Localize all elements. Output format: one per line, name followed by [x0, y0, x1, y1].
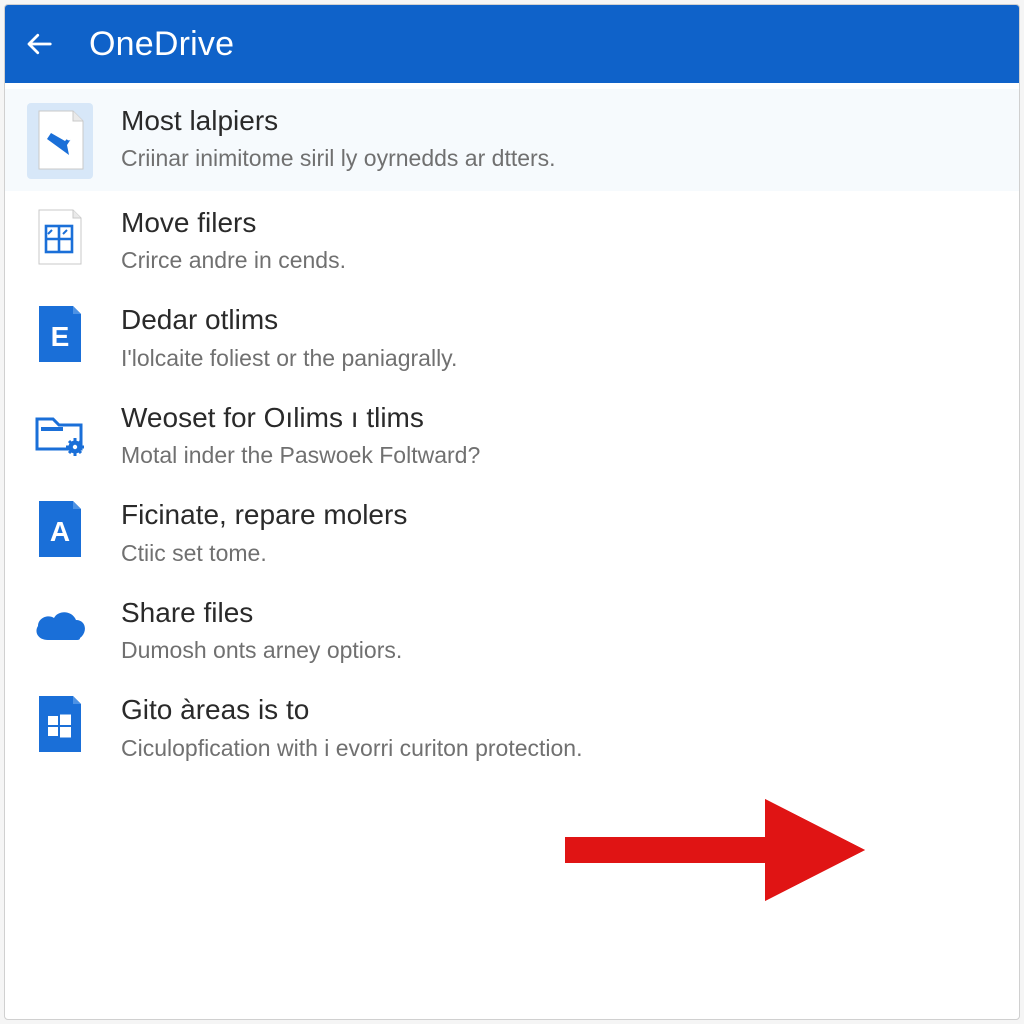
- list-item-texts: Share files Dumosh onts arney optiors.: [121, 593, 999, 666]
- folder-settings-icon: [27, 400, 93, 466]
- cloud-icon: [27, 595, 93, 661]
- back-arrow-icon: [24, 29, 54, 59]
- app-window: OneDrive Most lalpiers Criinar inimitome…: [4, 4, 1020, 1020]
- a-document-icon: A: [27, 497, 93, 563]
- list-item[interactable]: Gito àreas is to Ciculopfication with i …: [5, 678, 1019, 775]
- app-title: OneDrive: [89, 25, 234, 64]
- menu-list: Most lalpiers Criinar inimitome siril ly…: [5, 83, 1019, 1019]
- list-item-subtitle: I'lolcaite foliest or the paniagrally.: [121, 343, 761, 374]
- list-item-subtitle: Motal inder the Paswoek Foltward?: [121, 440, 761, 471]
- list-item-title: Ficinate, repare molers: [121, 497, 999, 533]
- list-item-title: Weoset for Oılims ı tlims: [121, 400, 999, 436]
- list-item-title: Most lalpiers: [121, 103, 999, 139]
- list-item-subtitle: Criinar inimitome siril ly oyrnedds ar d…: [121, 143, 761, 174]
- annotation-arrow-icon: [565, 789, 865, 914]
- list-item[interactable]: A Ficinate, repare molers Ctiic set tome…: [5, 483, 1019, 580]
- list-item-texts: Ficinate, repare molers Ctiic set tome.: [121, 495, 999, 568]
- list-item-subtitle: Ctiic set tome.: [121, 538, 761, 569]
- list-item-subtitle: Dumosh onts arney optiors.: [121, 635, 761, 666]
- list-item[interactable]: E Dedar otlims I'lolcaite foliest or the…: [5, 288, 1019, 385]
- list-item-subtitle: Crirce andre in cends.: [121, 245, 761, 276]
- list-item-title: Dedar otlims: [121, 302, 999, 338]
- windows-document-icon: [27, 692, 93, 758]
- list-item-texts: Move filers Crirce andre in cends.: [121, 203, 999, 276]
- app-header: OneDrive: [5, 5, 1019, 83]
- list-item-title: Move filers: [121, 205, 999, 241]
- grid-document-icon: [27, 205, 93, 271]
- list-item[interactable]: Most lalpiers Criinar inimitome siril ly…: [5, 89, 1019, 191]
- e-document-icon: E: [27, 302, 93, 368]
- list-item-title: Share files: [121, 595, 999, 631]
- back-button[interactable]: [17, 22, 61, 66]
- list-item[interactable]: Move filers Crirce andre in cends.: [5, 191, 1019, 288]
- list-item[interactable]: Weoset for Oılims ı tlims Motal inder th…: [5, 386, 1019, 483]
- list-item-texts: Weoset for Oılims ı tlims Motal inder th…: [121, 398, 999, 471]
- list-item-texts: Most lalpiers Criinar inimitome siril ly…: [121, 101, 999, 174]
- pin-document-icon: [27, 103, 93, 179]
- list-item-texts: Dedar otlims I'lolcaite foliest or the p…: [121, 300, 999, 373]
- list-item[interactable]: Share files Dumosh onts arney optiors.: [5, 581, 1019, 678]
- svg-text:E: E: [51, 321, 70, 352]
- svg-text:A: A: [50, 516, 70, 547]
- list-item-subtitle: Ciculopfication with i evorri curiton pr…: [121, 733, 761, 764]
- list-item-title: Gito àreas is to: [121, 692, 999, 728]
- list-item-texts: Gito àreas is to Ciculopfication with i …: [121, 690, 999, 763]
